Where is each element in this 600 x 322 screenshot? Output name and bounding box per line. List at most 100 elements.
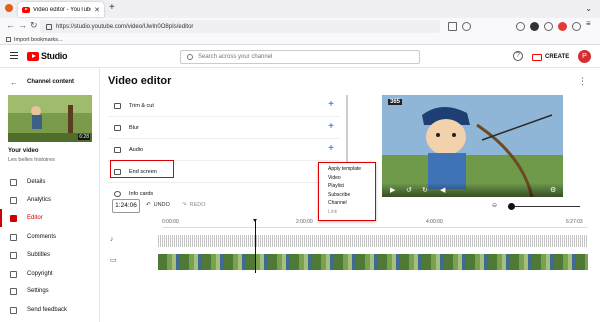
tool-blur[interactable]: Blur + bbox=[108, 117, 340, 139]
studio-logo-text: Studio bbox=[41, 51, 68, 61]
translate-icon[interactable] bbox=[448, 22, 457, 31]
back-arrow-icon[interactable]: ← bbox=[10, 78, 18, 87]
zoom-out-icon[interactable]: ⊖ bbox=[492, 202, 497, 209]
volume-icon[interactable]: ◀ bbox=[440, 186, 445, 194]
audio-track[interactable] bbox=[158, 235, 588, 247]
channel-content-title: Channel content bbox=[27, 79, 75, 85]
tool-label: Blur bbox=[129, 124, 139, 131]
bookmarks-bar: Import bookmarks... bbox=[0, 35, 600, 45]
zoom-slider-track[interactable] bbox=[508, 206, 580, 207]
menu-item-playlist[interactable]: Playlist bbox=[319, 182, 375, 191]
ruler-tick-label: 2:00:00 bbox=[296, 219, 313, 225]
create-video-icon bbox=[532, 53, 542, 61]
back-arrow-icon[interactable]: ← bbox=[6, 20, 15, 30]
sidebar-item-editor[interactable]: Editor bbox=[0, 209, 100, 227]
tab-list-chevron-icon[interactable]: ⌄ bbox=[585, 4, 592, 13]
preview-channel-badge: 365 bbox=[388, 99, 403, 105]
forward-icon[interactable]: ↻ bbox=[422, 186, 428, 194]
sidebar-item-details[interactable]: Details bbox=[0, 173, 100, 191]
reload-icon[interactable]: ↻ bbox=[30, 20, 38, 31]
search-input[interactable]: Search across your channel bbox=[180, 50, 420, 64]
sidebar-item-label: Send feedback bbox=[27, 307, 68, 313]
feedback-icon bbox=[10, 306, 17, 314]
pocket-icon[interactable] bbox=[516, 22, 525, 31]
browser-menu-hamburger-icon[interactable]: ≡ bbox=[586, 19, 595, 28]
search-icon bbox=[187, 54, 193, 60]
sidebar-item-analytics[interactable]: Analytics bbox=[0, 191, 100, 209]
tab-title: Video editor - YouTube Studio bbox=[33, 6, 91, 13]
video-preview[interactable]: 365 ▶ ↺ ↻ ◀ ⚙ bbox=[382, 95, 563, 197]
timeline-toolbar: 1:24:06 ↶ UNDO ↷ REDO ⊖ bbox=[108, 198, 598, 216]
menu-item-apply-template[interactable]: Apply template bbox=[319, 165, 375, 174]
browser-tab-bar: Video editor - YouTube Studio ✕ + ⌄ bbox=[0, 0, 600, 18]
address-text: https://studio.youtube.com/video/UwIn0O8… bbox=[56, 23, 194, 30]
add-trim-icon[interactable]: + bbox=[328, 99, 334, 110]
video-track-icon: ▭ bbox=[110, 257, 117, 264]
tool-label: Audio bbox=[129, 146, 144, 153]
puzzle-icon[interactable] bbox=[572, 22, 581, 31]
avatar[interactable]: P bbox=[578, 50, 591, 63]
address-field[interactable]: https://studio.youtube.com/video/UwIn0O8… bbox=[40, 20, 440, 33]
sidebar-item-copyright[interactable]: Copyright bbox=[0, 265, 100, 283]
forward-arrow-icon[interactable]: → bbox=[18, 20, 27, 30]
sidebar-item-subtitles[interactable]: Subtitles bbox=[0, 246, 100, 264]
subtitles-icon bbox=[10, 251, 17, 259]
help-icon[interactable]: ? bbox=[513, 51, 523, 61]
video-thumbnail[interactable]: 6:28 bbox=[8, 95, 92, 142]
timeline-playhead[interactable] bbox=[253, 219, 257, 273]
your-video-label: Your video bbox=[8, 148, 39, 154]
redo-button: ↷ REDO bbox=[182, 202, 206, 208]
sidebar-item-label: Subtitles bbox=[27, 252, 51, 258]
add-audio-icon[interactable]: + bbox=[328, 143, 334, 154]
editor-film-icon bbox=[10, 214, 17, 222]
tool-audio[interactable]: Audio + bbox=[108, 139, 340, 161]
youtube-logo-icon bbox=[27, 51, 39, 61]
studio-header: Studio Search across your channel ? CREA… bbox=[0, 46, 600, 68]
timeline-ruler: 0:00:00 2:00:00 4:00:00 6:27:03 bbox=[162, 218, 588, 228]
rewind-icon[interactable]: ↺ bbox=[406, 186, 412, 194]
browser-menu-icon[interactable] bbox=[5, 4, 13, 12]
recording-extension-icon[interactable] bbox=[558, 22, 567, 31]
sidebar-item-send-feedback[interactable]: Send feedback bbox=[0, 301, 100, 319]
undo-button[interactable]: ↶ UNDO bbox=[146, 202, 170, 208]
video-track[interactable] bbox=[158, 254, 588, 270]
sidebar-item-comments[interactable]: Comments bbox=[0, 228, 100, 246]
duration-badge: 6:28 bbox=[78, 134, 90, 140]
redo-label: REDO bbox=[189, 202, 206, 208]
analytics-icon bbox=[10, 196, 17, 204]
audio-track-icon: ♪ bbox=[110, 236, 114, 243]
import-icon bbox=[6, 37, 11, 42]
redo-icon: ↷ bbox=[182, 202, 187, 208]
scissors-icon bbox=[114, 102, 121, 109]
extension-dark-icon[interactable] bbox=[530, 22, 539, 31]
page-title: Video editor bbox=[108, 75, 172, 87]
create-button[interactable]: CREATE bbox=[532, 50, 569, 64]
music-note-icon bbox=[114, 146, 121, 153]
play-icon[interactable]: ▶ bbox=[390, 186, 395, 194]
add-blur-icon[interactable]: + bbox=[328, 121, 334, 132]
tab-video-editor[interactable]: Video editor - YouTube Studio ✕ bbox=[18, 2, 104, 17]
lock-icon bbox=[46, 23, 52, 30]
tab-close-icon[interactable]: ✕ bbox=[94, 6, 100, 14]
ruler-tick-label: 6:27:03 bbox=[566, 219, 583, 225]
sidebar-item-settings[interactable]: Settings bbox=[0, 282, 100, 300]
pencil-icon bbox=[10, 178, 17, 186]
more-options-icon[interactable]: ⋮ bbox=[578, 76, 587, 87]
settings-gear-icon[interactable]: ⚙ bbox=[550, 186, 556, 194]
star-icon[interactable] bbox=[462, 22, 471, 31]
menu-item-video[interactable]: Video bbox=[319, 174, 375, 183]
copyright-icon bbox=[10, 270, 17, 278]
menu-hamburger-icon[interactable] bbox=[10, 52, 18, 59]
new-tab-button[interactable]: + bbox=[109, 2, 115, 13]
studio-logo[interactable]: Studio bbox=[27, 51, 68, 61]
tool-label: Trim & cut bbox=[129, 102, 154, 109]
current-time-field[interactable]: 1:24:06 bbox=[112, 199, 140, 213]
import-bookmarks-link[interactable]: Import bookmarks... bbox=[14, 37, 63, 43]
tool-label: Info cards bbox=[129, 191, 154, 197]
player-controls: ▶ ↺ ↻ ◀ ⚙ bbox=[382, 183, 563, 197]
zoom-slider-handle[interactable] bbox=[508, 203, 515, 210]
gear-icon bbox=[10, 287, 17, 295]
extension-icon[interactable] bbox=[544, 22, 553, 31]
tool-trim-cut[interactable]: Trim & cut + bbox=[108, 95, 340, 117]
ruler-tick-label: 4:00:00 bbox=[426, 219, 443, 225]
